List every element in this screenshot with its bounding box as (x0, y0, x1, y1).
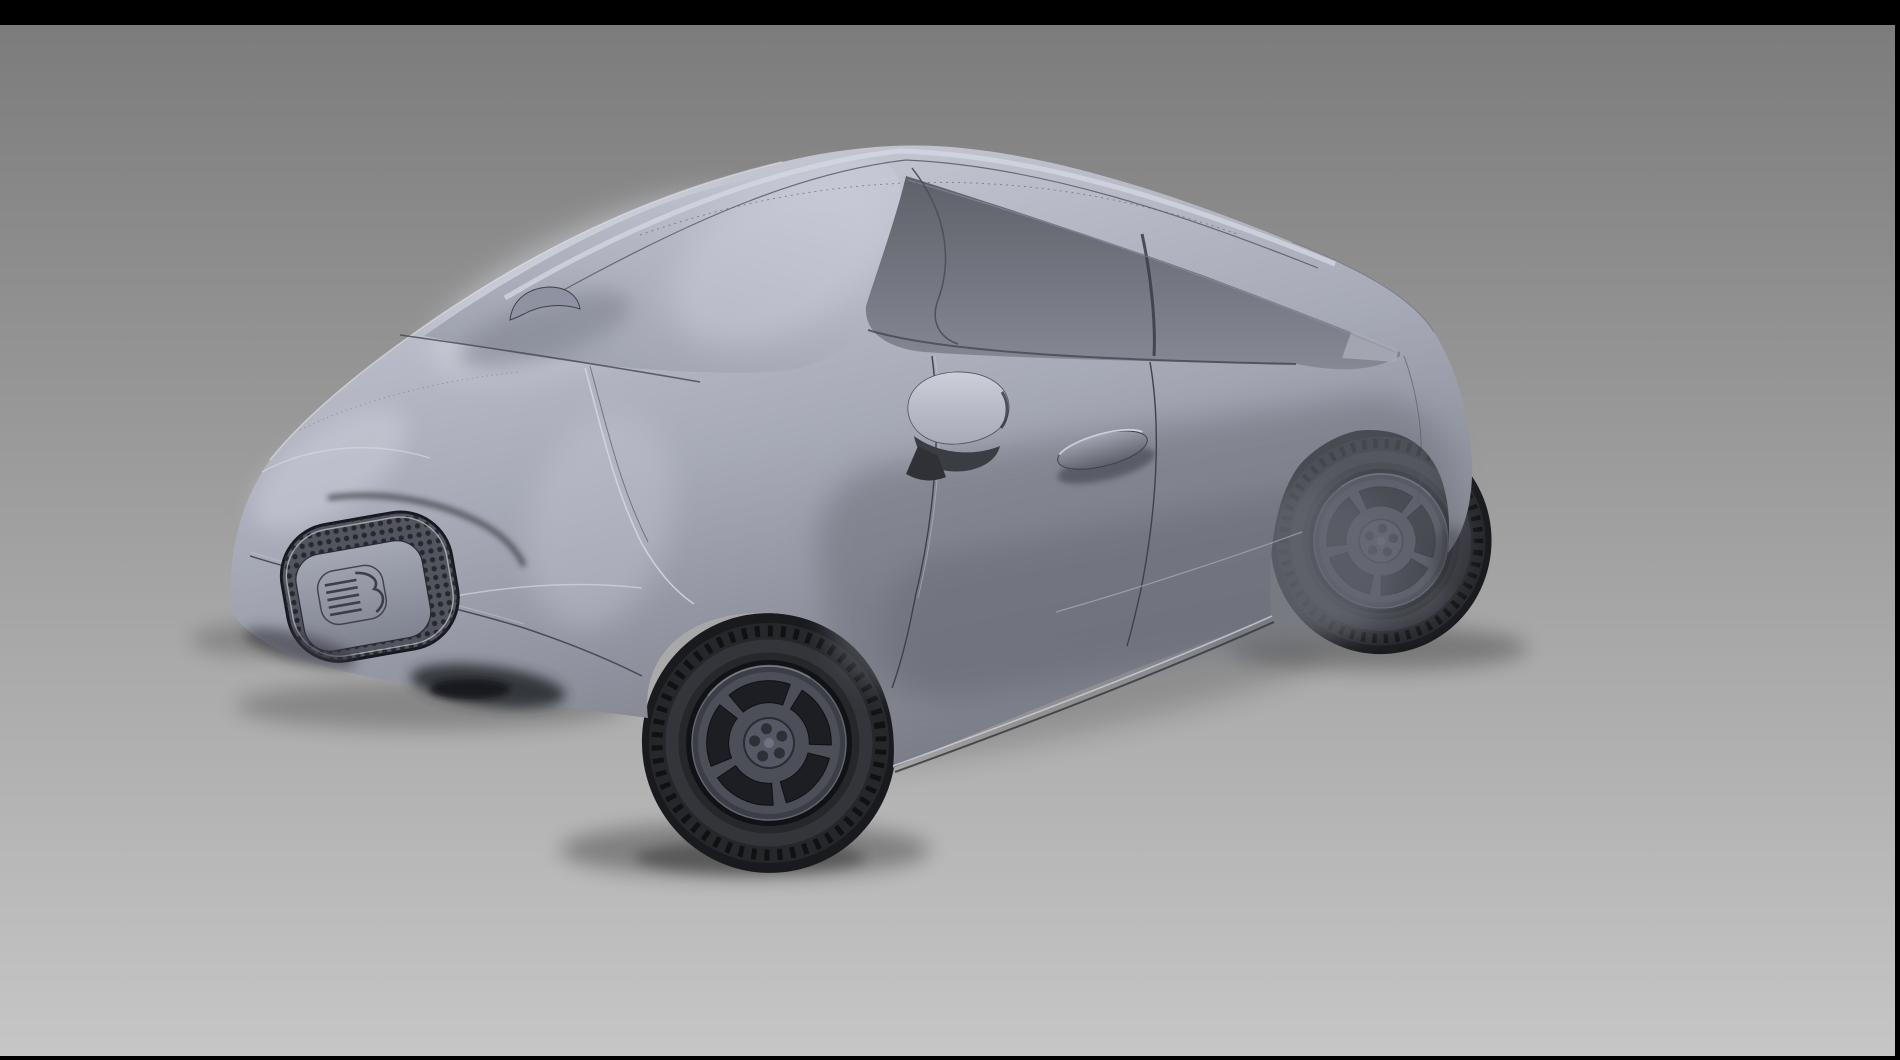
viewport-3d[interactable]: Rendered 3D car model on a gray gradient… (0, 0, 1900, 1060)
application-window: Rendered 3D car model on a gray gradient… (0, 0, 1900, 1060)
rear-bumper-shadow (1432, 526, 1472, 594)
